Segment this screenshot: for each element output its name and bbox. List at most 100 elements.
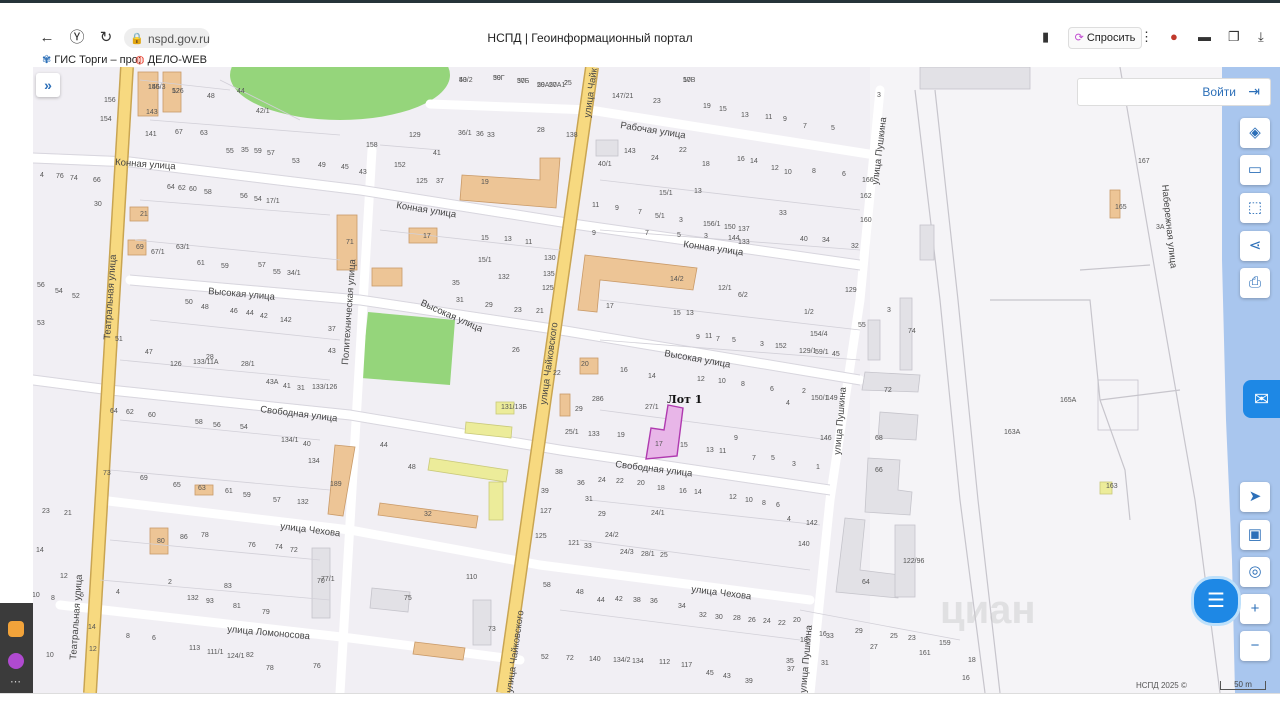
- house-number: 9: [696, 334, 700, 341]
- window-top-border: [0, 0, 1280, 3]
- print-icon: ⎙: [1248, 274, 1261, 291]
- house-number: 43А: [266, 379, 279, 386]
- house-number: 113: [189, 645, 200, 652]
- house-number: 3: [760, 341, 764, 348]
- house-number: 72: [290, 547, 298, 554]
- profile-icon[interactable]: ▬: [1198, 29, 1211, 44]
- dock-more-icon[interactable]: ⋯: [10, 675, 21, 688]
- login-button[interactable]: Войти ⇥: [1077, 78, 1271, 106]
- house-number: 154/4: [810, 331, 828, 338]
- house-number: 44: [237, 88, 245, 95]
- house-number: 64: [167, 184, 175, 191]
- layers-button[interactable]: ◈: [1240, 118, 1270, 148]
- lot-1-label: Лот 1: [667, 393, 702, 406]
- house-number: 7: [645, 230, 649, 237]
- house-number: 36: [650, 598, 658, 605]
- house-number: 24/3: [620, 549, 634, 556]
- feedback-button[interactable]: ✉: [1243, 380, 1280, 418]
- house-number: 28: [537, 127, 545, 134]
- house-number: 111/1: [207, 649, 224, 656]
- house-number: 58: [195, 419, 203, 426]
- zoom-out-icon: −: [1250, 637, 1260, 654]
- ruler-button[interactable]: ▭: [1240, 155, 1270, 185]
- tabs-icon[interactable]: ❐: [1228, 29, 1240, 45]
- house-number: 33: [826, 633, 834, 640]
- house-number: 15: [481, 235, 489, 242]
- house-number: 61: [225, 488, 233, 495]
- house-number: 11: [525, 239, 532, 246]
- house-number: 167: [1138, 158, 1150, 165]
- house-number: 50Б: [517, 78, 530, 85]
- bookmark-delo-web[interactable]: ◍ ДЕЛО-WEB: [135, 53, 207, 66]
- house-number: 37: [328, 326, 336, 333]
- alice-icon[interactable]: [8, 653, 24, 669]
- house-number: 150: [724, 224, 736, 231]
- lot-1-parcel[interactable]: [645, 404, 684, 460]
- house-number: 28: [733, 615, 741, 622]
- house-number: 58: [543, 582, 551, 589]
- house-number: 15/1: [659, 190, 673, 197]
- chat-button[interactable]: ☰: [1191, 576, 1241, 626]
- select-area-button[interactable]: ⬚: [1240, 193, 1270, 223]
- house-number: 63: [198, 485, 206, 492]
- house-number: 125: [542, 285, 554, 292]
- back-icon[interactable]: ←: [38, 29, 56, 47]
- house-number: 133/126: [312, 384, 337, 391]
- zoom-in-button[interactable]: +: [1240, 594, 1270, 624]
- left-window-edge: [0, 67, 34, 603]
- map-canvas[interactable]: Лот 1 Рабочая улица Конная улица Конная …: [33, 67, 1280, 693]
- house-number: 25: [660, 552, 668, 559]
- house-number: 63/1: [176, 244, 190, 251]
- house-number: 14: [88, 624, 96, 631]
- house-number: 54: [254, 196, 262, 203]
- bookmark-icon[interactable]: ▮: [1042, 29, 1049, 45]
- house-number: 132: [498, 274, 510, 281]
- house-number: 142: [806, 520, 818, 527]
- download-icon[interactable]: ⤓: [1258, 29, 1264, 45]
- minimap-button[interactable]: ▣: [1240, 520, 1270, 550]
- house-number: 35: [786, 658, 794, 665]
- geo-search-icon: ◎: [1248, 563, 1262, 580]
- house-number: 10: [784, 169, 792, 176]
- bookmark-gis-label: ГИС Торги – про;: [54, 54, 141, 66]
- house-number: 28/1: [641, 551, 655, 558]
- house-number: 76: [56, 173, 64, 180]
- locate-button[interactable]: ➤: [1240, 482, 1270, 512]
- login-icon: ⇥: [1248, 83, 1260, 99]
- house-number: 21: [140, 211, 148, 218]
- house-number: 8: [126, 633, 130, 640]
- house-number: 45: [706, 670, 714, 677]
- house-number: 29: [855, 628, 863, 635]
- address-bar[interactable]: 🔒 nspd.gov.ru НСПД | Геоинформационный п…: [124, 27, 1266, 49]
- bookmark-gis-torgi[interactable]: ✾ ГИС Торги – про;: [42, 53, 141, 66]
- share-button[interactable]: ⋖: [1240, 231, 1270, 261]
- house-number: 34: [822, 237, 830, 244]
- house-number: 163: [1106, 483, 1118, 490]
- house-number: 24/2: [605, 532, 619, 539]
- house-number: 37: [436, 178, 444, 185]
- ask-label: Спросить: [1086, 32, 1136, 44]
- house-number: 133: [588, 431, 600, 438]
- house-number: 9: [734, 435, 738, 442]
- house-number: 33: [487, 132, 495, 139]
- house-number: 132: [297, 499, 309, 506]
- yandex-icon[interactable]: Ⓨ: [68, 29, 86, 47]
- mail-icon[interactable]: [8, 621, 24, 637]
- house-number: 140: [589, 656, 601, 663]
- house-number: 20: [793, 617, 801, 624]
- geo-search-button[interactable]: ◎: [1240, 557, 1270, 587]
- print-button[interactable]: ⎙: [1240, 268, 1270, 298]
- expand-panel-button[interactable]: »: [36, 73, 60, 97]
- house-number: 1: [816, 464, 820, 471]
- house-number: 80: [157, 538, 165, 545]
- house-number: 10: [46, 652, 54, 659]
- street-label-chaikovskogo-n: улица Чайковского: [538, 322, 560, 406]
- house-number: 48: [201, 304, 209, 311]
- ask-button[interactable]: ⟳ Спросить: [1068, 27, 1142, 49]
- reload-icon[interactable]: ↻: [97, 29, 115, 47]
- extension-icon[interactable]: ●: [1170, 29, 1178, 44]
- more-icon[interactable]: ⋮: [1140, 29, 1153, 45]
- zoom-out-button[interactable]: −: [1240, 631, 1270, 661]
- house-number: 4: [116, 589, 120, 596]
- house-number: 57: [273, 497, 281, 504]
